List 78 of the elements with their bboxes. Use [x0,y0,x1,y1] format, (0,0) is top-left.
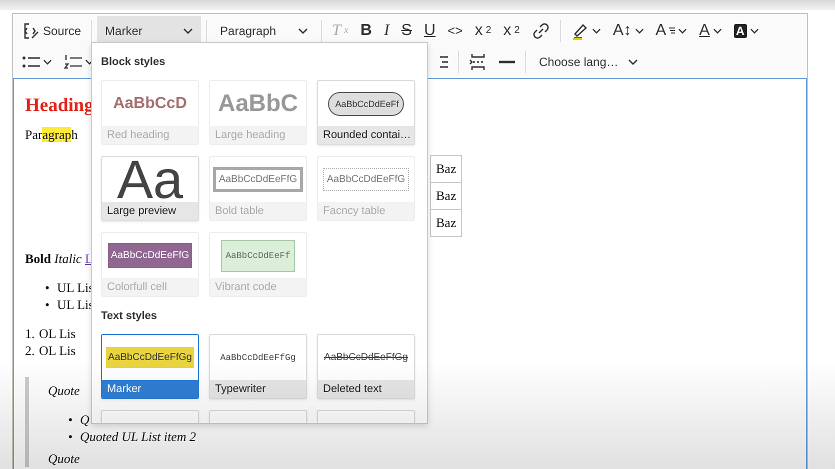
bullet-marker: • [68,411,74,428]
font-button[interactable]: A↕ [608,18,648,44]
style-label: Rounded contai… [318,126,414,144]
bullet-marker: • [45,296,51,313]
format-button[interactable]: <> [442,18,468,44]
style-label: Large heading [210,126,306,144]
quote-text: Quote [48,451,80,467]
link-icon [532,22,550,40]
format-button[interactable]: U [418,18,441,44]
style-preview-text: AaBbCcDdEeFfG [322,168,410,191]
list-item-text: Quoted UL List item 2 [80,428,196,445]
style-tile[interactable]: AaBbCcDdEeFfGg Deleted text [317,334,415,399]
dropdown-button[interactable]: Marker [97,16,202,45]
font-button[interactable]: A [694,18,727,44]
chevron-icon [634,28,644,34]
font-button[interactable]: A [728,18,764,44]
style-label: Typewriter [210,380,306,398]
italic-text: Italic [54,251,82,266]
horizontal-line-icon [499,60,515,64]
style-preview-text: Aa [116,157,184,202]
style-preview-text: AaBbCcDdEeFfGg [220,352,296,362]
chevron-icon [592,28,601,34]
style-tile[interactable]: AaBbCcDdEeFf Rounded contai… [317,80,415,145]
style-label: Large preview [102,202,198,220]
table-cell: Baz [430,156,462,182]
style-preview-text: AaBbCcDdEeFfGg [106,347,194,368]
style-label: Facncy table [318,202,414,220]
bulleted-list-icon [22,54,40,70]
source-button[interactable]: Source [17,18,86,44]
style-preview-text: AaBbC [218,90,298,118]
chevron-icon [678,28,688,34]
dropdown-button[interactable]: Paragraph [212,16,316,45]
format-button[interactable]: B [355,18,377,44]
font-button[interactable]: A [650,18,692,44]
chevron-icon [298,28,308,34]
chevron-icon [750,28,759,34]
table-cell: Baz [430,210,462,236]
align-icon [440,54,448,68]
format-button[interactable]: I [378,18,394,44]
heading-text: Heading [25,95,94,117]
source-icon [22,22,40,40]
chevron-icon [712,28,722,34]
page-break-icon [469,52,487,70]
style-preview-text: AaBbCcDdEeFfGg [324,352,408,363]
pen-icon [570,22,589,40]
list-item-text: Q [80,411,90,428]
style-label: Marker [102,380,198,398]
chevron-icon [43,58,52,64]
bullet-marker: • [45,279,51,296]
chevron-icon [183,28,194,34]
style-preview-text: AaBbCcDdEeFfG [212,167,304,192]
group-title: Text styles [101,310,158,322]
style-label: Colorfull cell [102,278,198,296]
lines-icon [669,27,676,34]
bold-text: Bold [25,251,52,266]
style-label: Bold table [210,202,306,220]
number-marker: 1. [25,325,36,342]
style-label: Red heading [102,126,198,144]
style-label: Vibrant code [210,278,306,296]
number-marker: 2. [25,342,36,359]
style-preview-text: AaBbCcDdEeFf [328,92,404,116]
bullet-marker: • [68,428,74,445]
style-tile[interactable]: AaBbCcDdEeFfGg Typewriter [209,334,307,399]
numbered-list-icon [64,54,82,70]
style-tile[interactable]: AaBbCcDdEeFfGg Marker [101,334,199,399]
style-preview-text: AaBbCcDdEeFfG [108,243,192,268]
format-button[interactable]: S [396,18,417,44]
table-cell: Baz [430,182,462,210]
list-item-text: OL Lis [39,342,76,359]
style-label: Deleted text [318,380,414,398]
quote-text: Quote [48,382,80,399]
chevron-icon [628,58,638,64]
list-item-text: OL Lis [39,325,76,342]
group-title: Block styles [101,56,166,68]
style-preview-text: AaBbCcD [113,94,187,112]
style-preview-text: AaBbCcDdEeFf [220,240,296,272]
style-tile[interactable]: Aa Large preview [101,156,199,221]
dropdown-button[interactable]: Choose lang… [531,47,646,76]
